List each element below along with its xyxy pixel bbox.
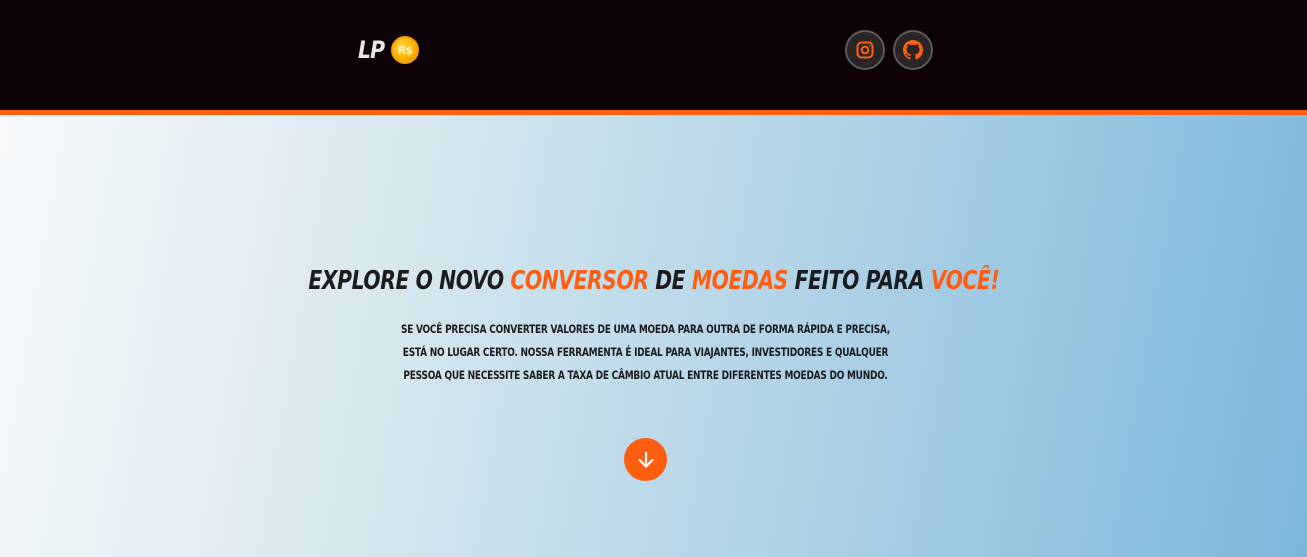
logo-text: LP xyxy=(358,36,385,64)
headline-part-3: feito para xyxy=(787,266,931,296)
hero-description: Se você precisa converter valores de uma… xyxy=(398,318,893,387)
coin-label: R$ xyxy=(397,43,413,57)
headline-highlight-voce: você! xyxy=(930,266,999,296)
headline-part-2: de xyxy=(648,266,692,296)
top-navbar: LP R$ xyxy=(0,0,1307,110)
instagram-icon xyxy=(856,41,874,59)
headline-highlight-moedas: moedas xyxy=(691,266,788,296)
logo[interactable]: LP R$ xyxy=(358,34,419,66)
headline-part-1: Explore o novo xyxy=(308,266,510,296)
github-icon xyxy=(903,40,923,60)
scroll-down-button[interactable] xyxy=(624,438,667,481)
coin-icon: R$ xyxy=(391,36,419,64)
hero-section: Explore o novo conversor de moedas feito… xyxy=(0,115,1307,557)
instagram-link[interactable] xyxy=(845,30,885,70)
hero-headline: Explore o novo conversor de moedas feito… xyxy=(0,266,1307,296)
hero-description-text: Se você precisa converter valores de uma… xyxy=(400,322,891,382)
headline-highlight-conversor: conversor xyxy=(509,266,649,296)
github-link[interactable] xyxy=(893,30,933,70)
arrow-down-icon xyxy=(637,451,654,468)
